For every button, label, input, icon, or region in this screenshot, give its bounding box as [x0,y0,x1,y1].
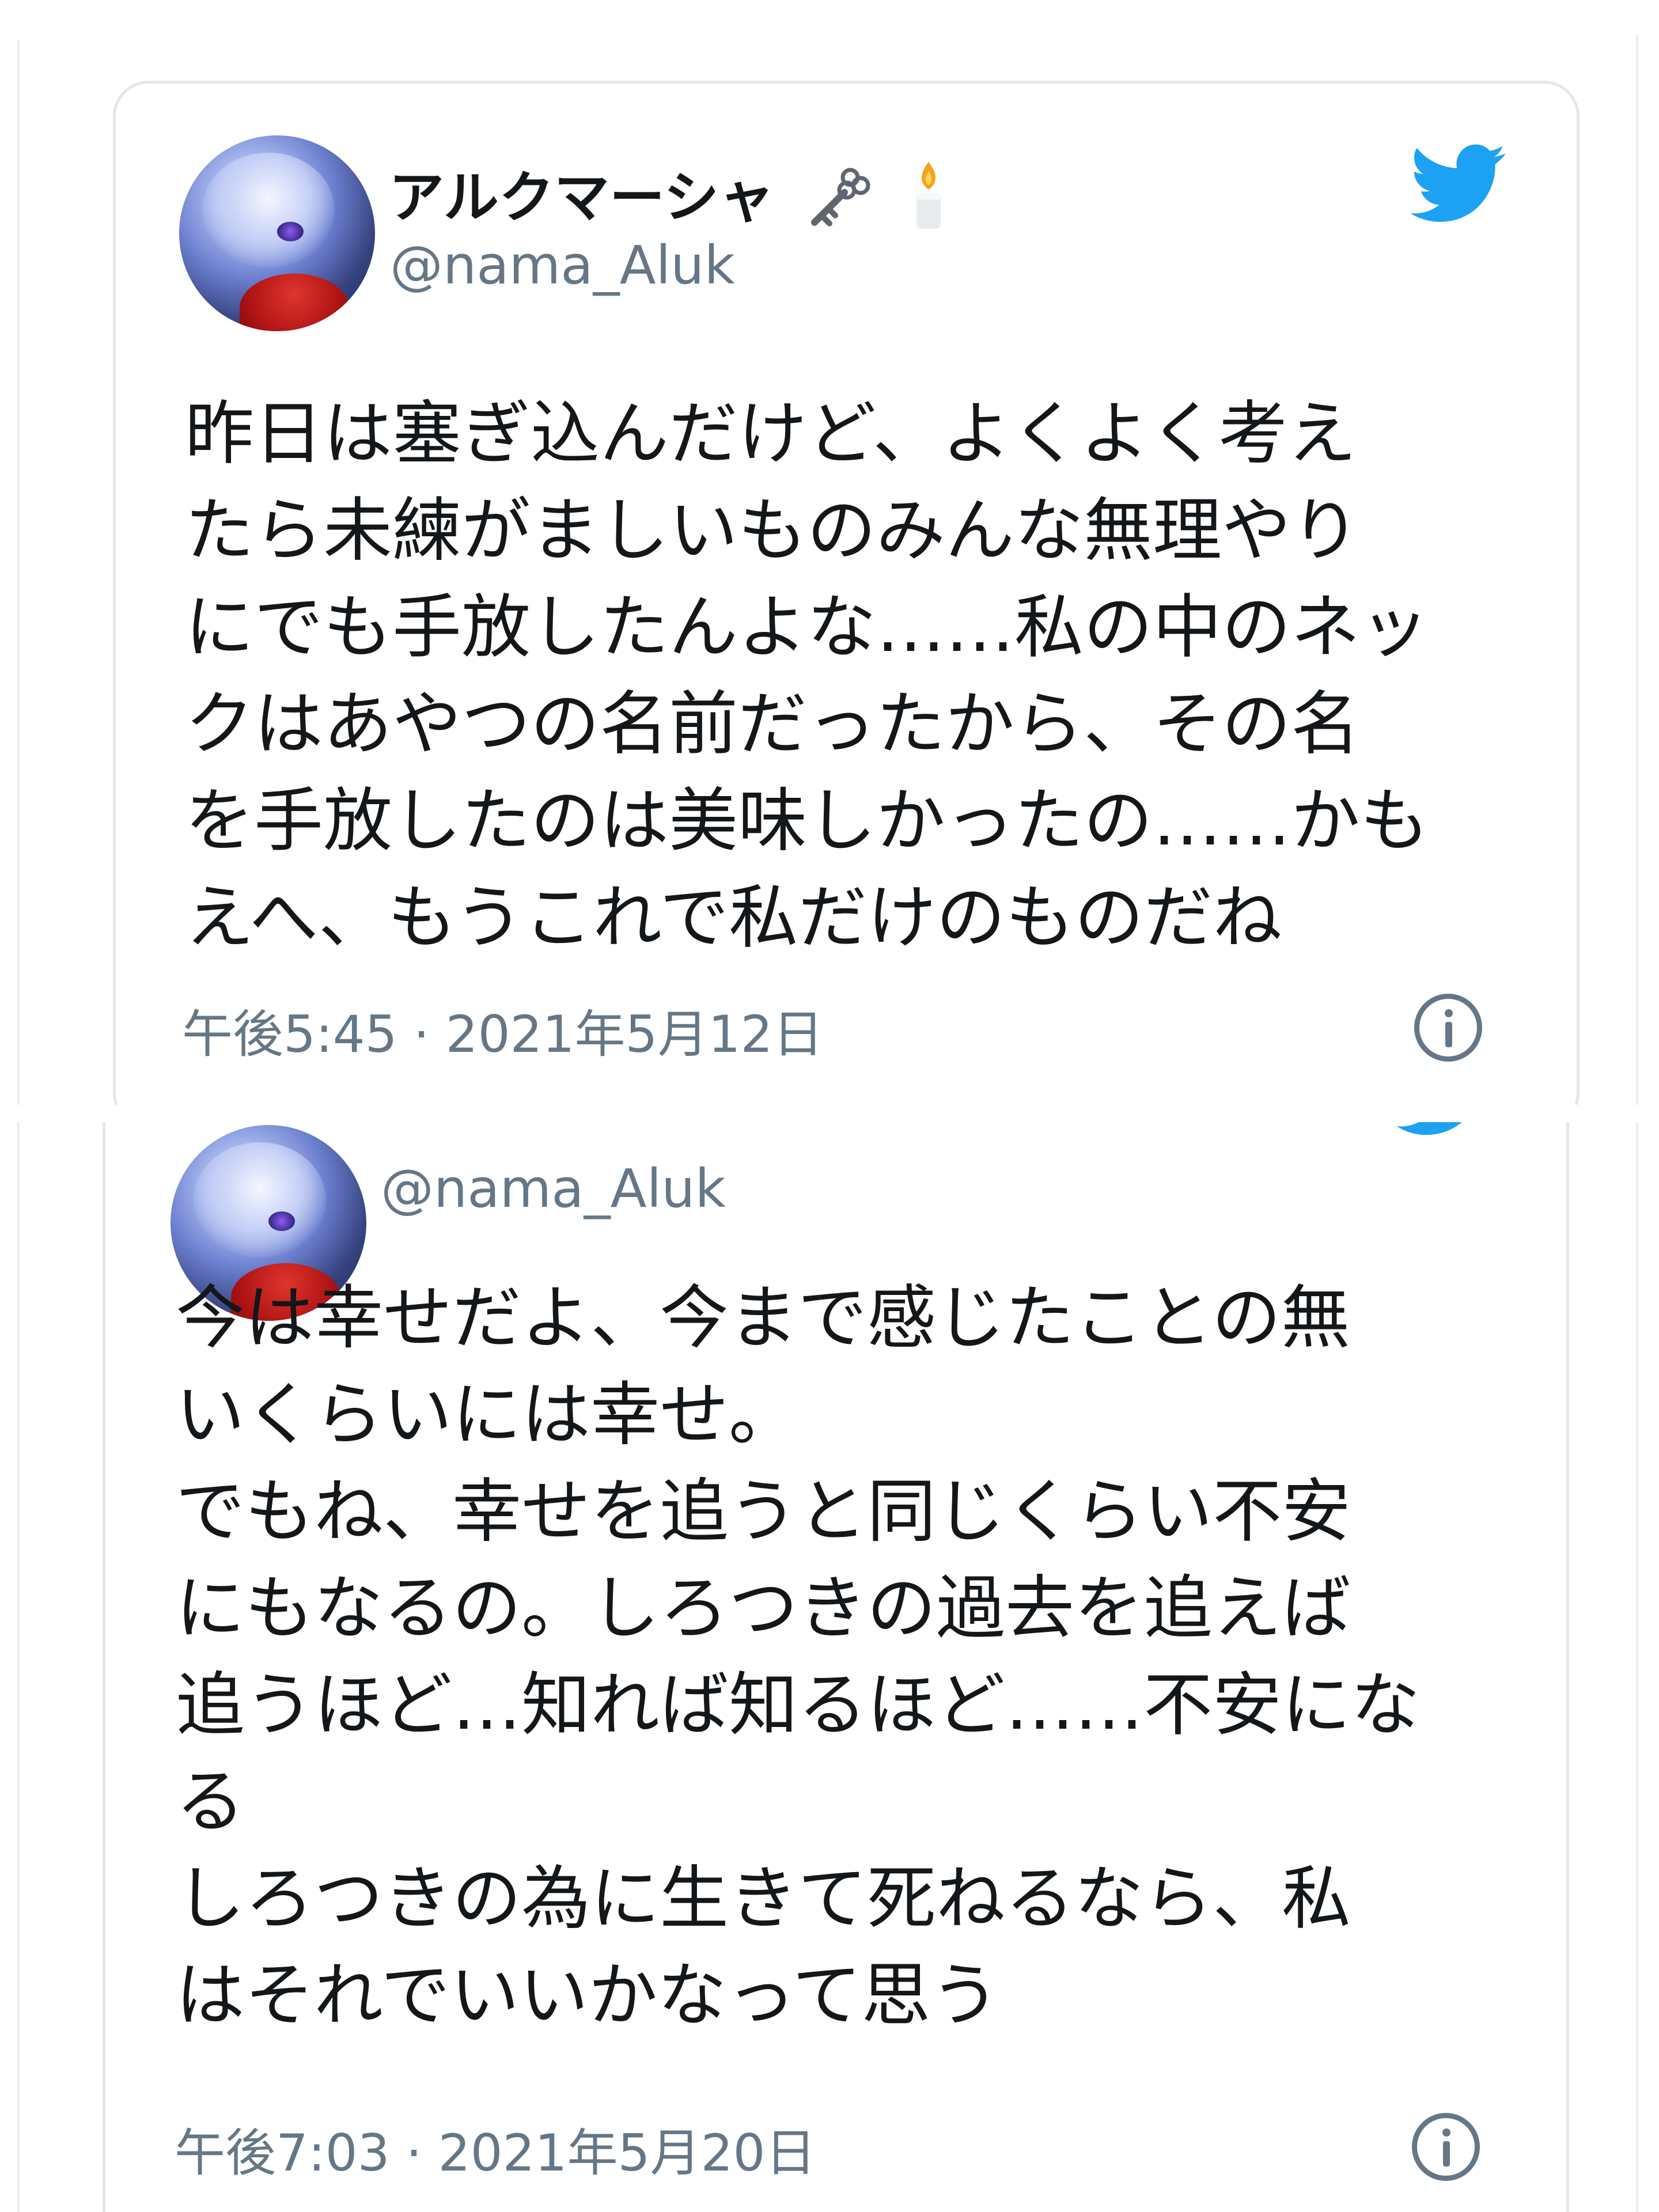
candle-icon [903,157,955,245]
right-edge-line [1636,35,1638,1105]
tweet-timestamp[interactable]: 午後5:45 · 2021年5月12日 [182,994,824,1067]
screenshot-separator [0,1105,1659,1122]
display-name[interactable]: アルクマーシャ [389,153,955,245]
key-icon [804,160,873,243]
left-edge-line [17,40,20,1105]
tweet-card[interactable]: アルクマーシャ @nama_Aluk 昨日は塞ぎ込んだけど、よくよく考え たら未… [113,81,1580,1105]
tweet-text: 昨日は塞ぎ込んだけど、よくよく考え たら未練がましいものみんな無理やり にでも手… [185,394,1429,958]
tweet-2-content [0,1122,1659,2212]
screenshot-tweet-1: アルクマーシャ @nama_Aluk 昨日は塞ぎ込んだけど、よくよく考え たら未… [0,0,1659,1105]
avatar[interactable] [179,135,375,331]
handle[interactable]: @nama_Aluk [390,234,735,296]
info-icon[interactable] [1414,994,1482,1062]
twitter-bird-icon[interactable] [1410,144,1508,225]
